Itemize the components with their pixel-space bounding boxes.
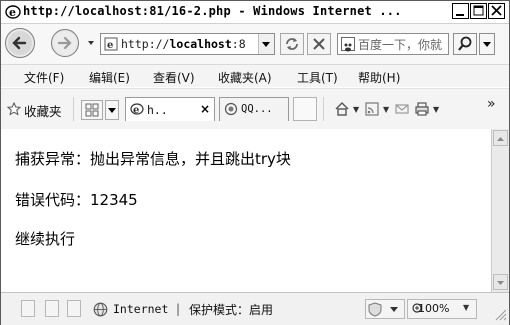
chevron-down-icon[interactable]: ▼ <box>353 105 359 114</box>
history-dropdown-icon[interactable] <box>86 38 96 48</box>
menu-tools[interactable]: 工具(T) <box>297 69 338 86</box>
tab-label: h.. <box>147 103 168 117</box>
tab-label: QQ... <box>241 103 273 115</box>
stop-icon <box>313 38 325 50</box>
quick-tabs-button[interactable] <box>81 100 103 120</box>
status-cell <box>45 300 59 317</box>
maximize-button[interactable] <box>470 3 487 19</box>
menu-help[interactable]: 帮助(H) <box>358 69 400 86</box>
chevron-down-icon[interactable]: ▼ <box>433 105 439 114</box>
baidu-logo-icon <box>341 37 355 52</box>
refresh-button[interactable] <box>280 33 304 55</box>
chevron-down-icon <box>108 108 116 113</box>
resize-grip-icon[interactable] <box>493 307 507 321</box>
address-url[interactable]: http://localhost:8 <box>121 37 258 51</box>
ie-logo-icon: e <box>5 5 21 19</box>
favorites-bar: 收藏夹 e h.. × QQ... ▼ ▼ ▼ » <box>1 88 509 130</box>
scroll-up-button[interactable] <box>493 130 508 146</box>
status-divider: | <box>176 302 181 316</box>
menu-file[interactable]: 文件(F) <box>24 69 64 86</box>
shield-icon <box>368 302 398 317</box>
favorites-button[interactable]: 收藏夹 <box>24 101 62 120</box>
separator <box>323 97 324 121</box>
chevron-up-icon <box>497 137 504 141</box>
chevron-down-icon <box>262 42 270 47</box>
navigation-bar: e http://localhost:8 百度一下，你就 <box>1 24 509 65</box>
security-lock-button[interactable] <box>365 299 405 319</box>
search-input[interactable]: 百度一下，你就 <box>358 36 446 53</box>
chevron-down-icon[interactable]: ▼ <box>463 303 469 312</box>
exception-message: 捕获异常：抛出异常信息，并且跳出try块 <box>15 150 291 168</box>
globe-icon <box>93 302 108 317</box>
tab-localhost[interactable]: e h.. × <box>125 97 215 121</box>
close-button[interactable] <box>488 3 505 19</box>
search-icon <box>458 36 472 51</box>
tab-close-button[interactable]: × <box>200 102 210 116</box>
search-provider-dropdown[interactable] <box>479 33 495 55</box>
status-bar: Internet | 保护模式：启用 100% ▼ <box>1 292 509 325</box>
mail-icon[interactable] <box>394 101 410 117</box>
menu-view[interactable]: 查看(V) <box>153 69 195 86</box>
star-icon[interactable] <box>7 102 21 116</box>
toolbar-overflow-button[interactable]: » <box>487 96 496 112</box>
protected-mode-status[interactable]: 保护模式：启用 <box>189 301 273 318</box>
status-cell <box>21 300 35 317</box>
address-dropdown-button[interactable] <box>258 34 274 54</box>
svg-text:e: e <box>133 105 139 116</box>
home-icon[interactable] <box>334 101 350 117</box>
scroll-down-button[interactable] <box>493 274 508 290</box>
window-title: http://localhost:81/16-2.php - Windows I… <box>23 4 402 18</box>
menu-edit[interactable]: 编辑(E) <box>89 69 130 86</box>
tab-list-dropdown[interactable] <box>105 100 119 120</box>
vertical-scrollbar[interactable] <box>491 129 509 292</box>
menu-bar: 文件(F) 编辑(E) 查看(V) 收藏夹(A) 工具(T) 帮助(H) <box>1 65 509 87</box>
continue-message: 继续执行 <box>15 230 76 248</box>
separator <box>73 97 74 121</box>
feed-icon[interactable] <box>364 101 380 117</box>
stop-button[interactable] <box>307 33 331 55</box>
page-content: 捕获异常：抛出异常信息，并且跳出try块 错误代码：12345 继续执行 <box>1 129 491 292</box>
title-bar[interactable]: e http://localhost:81/16-2.php - Windows… <box>1 1 509 24</box>
address-bar[interactable]: e http://localhost:8 <box>100 33 275 55</box>
chevron-down-icon <box>483 42 491 47</box>
forward-button[interactable] <box>51 29 79 57</box>
forward-icon <box>54 32 76 54</box>
search-button[interactable] <box>453 33 477 55</box>
back-icon <box>8 31 32 55</box>
menu-favorites[interactable]: 收藏夹(A) <box>218 69 272 86</box>
refresh-icon <box>286 38 298 50</box>
ie-page-icon: e <box>130 103 144 116</box>
tab-qq[interactable]: QQ... <box>219 97 289 121</box>
print-icon[interactable] <box>414 101 430 117</box>
qq-icon <box>224 102 238 116</box>
page-icon: e <box>104 37 118 51</box>
chevron-down-icon[interactable]: ▼ <box>383 105 389 114</box>
search-box[interactable]: 百度一下，你就 <box>337 33 449 55</box>
grid-icon <box>85 103 99 117</box>
error-code-line: 错误代码：12345 <box>15 191 138 209</box>
svg-text:e: e <box>9 6 16 19</box>
back-button[interactable] <box>5 28 35 58</box>
zoom-level[interactable]: 100% <box>418 302 449 315</box>
status-cell <box>67 300 81 317</box>
new-tab-button[interactable] <box>293 97 317 121</box>
security-zone[interactable]: Internet <box>113 302 168 316</box>
svg-text:e: e <box>107 40 113 51</box>
chevron-down-icon <box>497 281 504 285</box>
browser-window: e http://localhost:81/16-2.php - Windows… <box>0 0 510 325</box>
minimize-button[interactable] <box>452 3 469 19</box>
